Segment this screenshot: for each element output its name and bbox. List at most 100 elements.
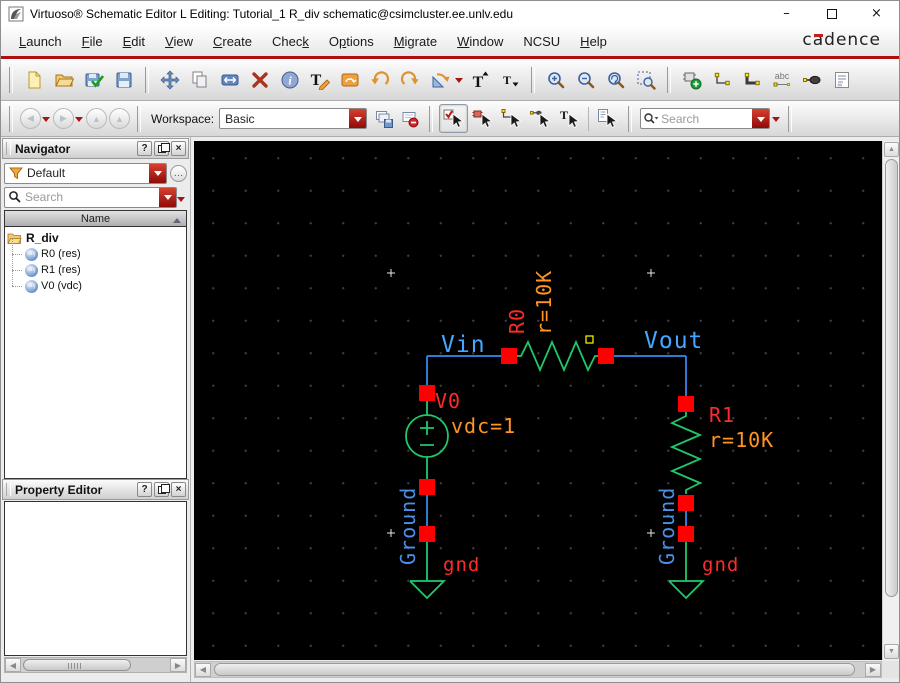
menu-window[interactable]: Window (447, 29, 513, 54)
maximize-button[interactable] (809, 1, 854, 26)
ascend-button[interactable]: T (465, 65, 495, 95)
instance-label-r0[interactable]: R0 (505, 308, 529, 334)
menu-file[interactable]: File (72, 29, 113, 54)
property-editor-scrollbar[interactable]: ◀ ▶ (4, 657, 187, 673)
tree-column-header[interactable]: Name (4, 210, 187, 227)
select-all-filter-button[interactable] (439, 104, 469, 133)
wire-net-vout[interactable] (606, 355, 687, 404)
toolbar-search[interactable] (640, 108, 771, 129)
navigator-header[interactable]: Navigator ? × (2, 138, 189, 159)
instance-label-v0[interactable]: V0 (435, 389, 461, 413)
navigator-float-button[interactable] (154, 141, 170, 156)
net-label-vin[interactable]: Vin (441, 332, 486, 358)
navigator-search-caret[interactable] (177, 196, 185, 206)
property-editor-float-button[interactable] (154, 482, 170, 497)
create-wire-button[interactable] (707, 65, 737, 95)
search-dropdown-button[interactable] (752, 109, 770, 128)
create-wide-wire-button[interactable] (737, 65, 767, 95)
navigator-filter-dropdown[interactable] (149, 163, 166, 183)
selection-handles[interactable] (419, 348, 694, 542)
property-editor-header[interactable]: Property Editor ? × (2, 479, 189, 500)
scroll-up-button[interactable]: ▲ (884, 142, 899, 157)
property-editor-close-button[interactable]: × (171, 482, 186, 497)
forward-dropdown-caret[interactable] (75, 117, 83, 126)
resistor-r1-symbol[interactable] (669, 412, 703, 494)
scrollbar-thumb[interactable] (23, 659, 131, 671)
menu-view[interactable]: View (155, 29, 203, 54)
save-button[interactable] (109, 65, 139, 95)
toolbar-grip[interactable] (429, 105, 434, 132)
tree-item-v0[interactable]: obj V0 (vdc) (5, 270, 186, 294)
menu-edit[interactable]: Edit (113, 29, 155, 54)
toolbar-grip[interactable] (9, 66, 13, 93)
navigator-filter-select[interactable]: Default (4, 162, 167, 184)
menu-options[interactable]: Options (319, 29, 384, 54)
tree-item-r0[interactable]: obj R0 (res) (5, 238, 186, 262)
scroll-right-button[interactable]: ▶ (170, 658, 186, 672)
navigator-close-button[interactable]: × (171, 141, 186, 156)
schematic-canvas[interactable]: Vin Vout R0 r=10K V0 vdc=1 R1 r=10K Grou… (194, 141, 882, 660)
menu-ncsu[interactable]: NCSU (513, 29, 570, 54)
resistor-r0-symbol[interactable] (517, 339, 599, 373)
property-editor-help-button[interactable]: ? (137, 482, 152, 497)
toolbar-grip[interactable] (9, 105, 13, 132)
toolbar-search-input[interactable] (661, 111, 753, 126)
canvas-vertical-scrollbar[interactable]: ▲ ▼ (882, 141, 899, 660)
navigator-help-button[interactable]: ? (137, 141, 152, 156)
wire-net-gnd[interactable] (426, 487, 687, 534)
workspace-select[interactable]: Basic (219, 108, 368, 129)
menu-launch[interactable]: Launch (9, 29, 72, 54)
net-label-vout[interactable]: Vout (644, 328, 703, 354)
scrollbar-thumb[interactable] (885, 159, 898, 597)
menu-help[interactable]: Help (570, 29, 617, 54)
net-label-gnd-left[interactable]: gnd (443, 554, 480, 576)
select-label-filter-button[interactable]: T (555, 104, 584, 133)
back-button[interactable]: ◀ (20, 108, 41, 129)
select-pin-filter-button[interactable] (526, 104, 555, 133)
property-label-r0-value[interactable]: r=10K (532, 270, 556, 335)
open-button[interactable] (49, 65, 79, 95)
check-and-save-button[interactable] (79, 65, 109, 95)
search-options-caret[interactable] (772, 117, 781, 126)
toolbar-grip[interactable] (137, 105, 141, 132)
workspace-dropdown-button[interactable] (349, 109, 367, 128)
copy-button[interactable] (185, 65, 215, 95)
instance-edit-button[interactable] (335, 65, 365, 95)
close-button[interactable]: × (854, 1, 899, 26)
net-label-gnd-right[interactable]: gnd (702, 554, 739, 576)
menu-check[interactable]: Check (262, 29, 319, 54)
scrollbar-thumb[interactable] (214, 663, 855, 676)
save-workspace-icon[interactable] (371, 106, 397, 132)
create-pin-button[interactable] (797, 65, 827, 95)
delete-button[interactable] (245, 65, 275, 95)
navigator-search[interactable] (4, 186, 177, 208)
properties-button[interactable]: i (275, 65, 305, 95)
ground-label-left[interactable]: Ground (396, 487, 420, 565)
top-button[interactable]: ▲ (109, 108, 130, 129)
create-note-button[interactable] (827, 65, 857, 95)
minimize-button[interactable]: – (764, 1, 809, 26)
zoom-in-button[interactable] (541, 65, 571, 95)
rotate-dropdown-caret[interactable] (455, 78, 463, 87)
toolbar-grip[interactable] (531, 66, 535, 93)
navigator-more-button[interactable]: … (170, 164, 187, 182)
zoom-out-button[interactable] (571, 65, 601, 95)
select-instance-filter-button[interactable] (468, 104, 497, 133)
zoom-fit-button[interactable] (601, 65, 631, 95)
instance-label-r1[interactable]: R1 (709, 403, 735, 427)
scroll-left-button[interactable]: ◀ (195, 662, 211, 677)
menu-migrate[interactable]: Migrate (384, 29, 447, 54)
undo-button[interactable] (365, 65, 395, 95)
toolbar-grip[interactable] (145, 66, 149, 93)
up-button[interactable]: ▲ (86, 108, 107, 129)
forward-button[interactable]: ▶ (53, 108, 74, 129)
menu-create[interactable]: Create (203, 29, 262, 54)
tree-item-r1[interactable]: obj R1 (res) (5, 254, 186, 278)
canvas-horizontal-scrollbar[interactable]: ◀ ▶ (194, 661, 882, 678)
edit-labels-button[interactable]: T (305, 65, 335, 95)
toolbar-grip[interactable] (628, 105, 633, 132)
ground-label-right[interactable]: Ground (655, 487, 679, 565)
scroll-down-button[interactable]: ▼ (884, 644, 899, 659)
scroll-right-button[interactable]: ▶ (865, 662, 881, 677)
navigator-search-dropdown[interactable] (159, 187, 176, 207)
